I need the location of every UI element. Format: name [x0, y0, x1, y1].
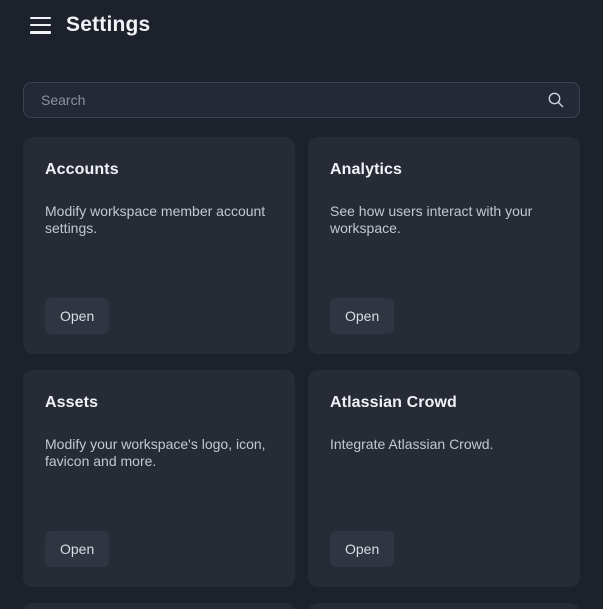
card-title: Atlassian Crowd — [330, 393, 558, 412]
card-title: Assets — [45, 393, 273, 412]
header: Settings — [0, 0, 603, 37]
card-description: Integrate Atlassian Crowd. — [330, 436, 558, 453]
card-assets: Assets Modify your workspace's logo, ico… — [23, 370, 295, 587]
hamburger-bar — [30, 24, 51, 27]
open-button-analytics[interactable]: Open — [330, 298, 394, 334]
search-bar — [23, 82, 580, 118]
page-title: Settings — [66, 13, 150, 37]
settings-cards-grid: Accounts Modify workspace member account… — [23, 137, 580, 609]
card-description: Modify workspace member account settings… — [45, 203, 273, 237]
hamburger-bar — [30, 31, 51, 34]
card-description: See how users interact with your workspa… — [330, 203, 558, 237]
card-accounts: Accounts Modify workspace member account… — [23, 137, 295, 354]
search-icon[interactable] — [547, 91, 565, 109]
open-button-atlassian-crowd[interactable]: Open — [330, 531, 394, 567]
hamburger-bar — [30, 17, 51, 20]
card-partial — [308, 603, 580, 609]
open-button-accounts[interactable]: Open — [45, 298, 109, 334]
card-analytics: Analytics See how users interact with yo… — [308, 137, 580, 354]
card-atlassian-crowd: Atlassian Crowd Integrate Atlassian Crow… — [308, 370, 580, 587]
open-button-assets[interactable]: Open — [45, 531, 109, 567]
card-partial — [23, 603, 295, 609]
hamburger-menu-icon[interactable] — [30, 17, 51, 34]
card-title: Accounts — [45, 160, 273, 179]
search-input[interactable] — [23, 82, 580, 118]
card-title: Analytics — [330, 160, 558, 179]
card-description: Modify your workspace's logo, icon, favi… — [45, 436, 273, 470]
main-content: Accounts Modify workspace member account… — [0, 82, 603, 609]
